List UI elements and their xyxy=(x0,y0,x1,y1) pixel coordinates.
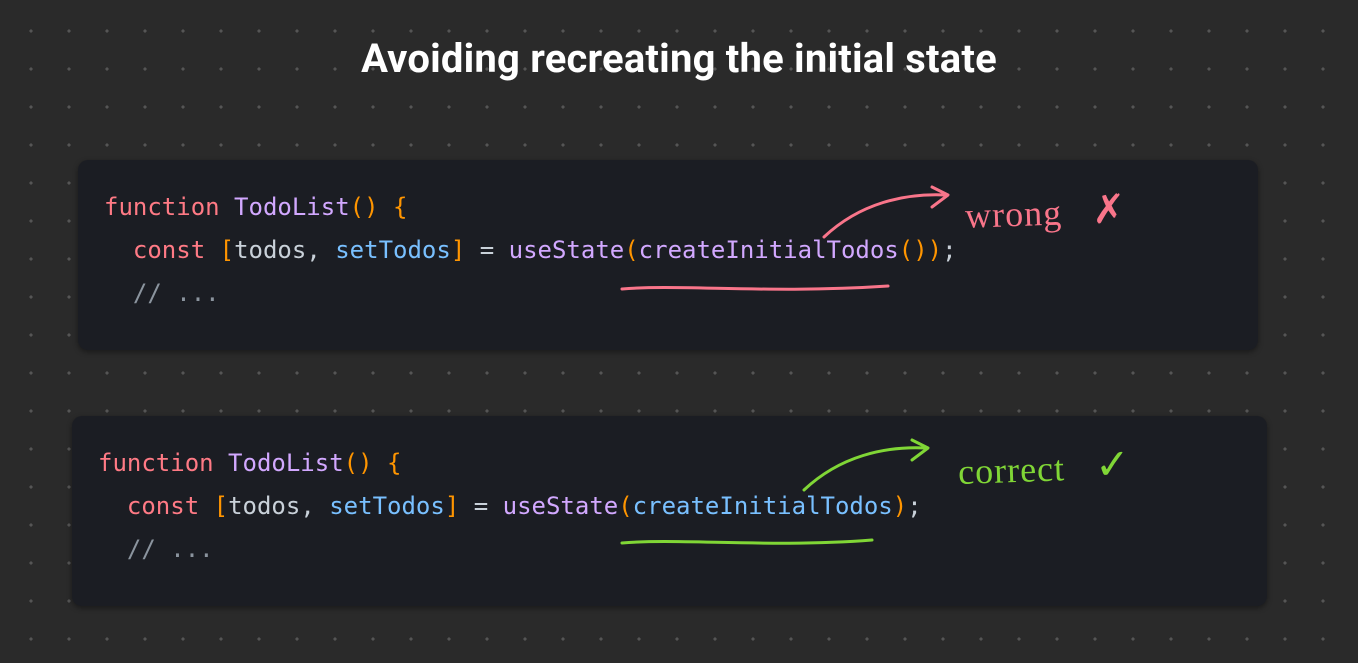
token-const: const xyxy=(133,236,205,264)
token-parens: () xyxy=(344,449,373,477)
token-todos: todos xyxy=(228,492,300,520)
token-function: function xyxy=(98,449,214,477)
token-nl xyxy=(98,535,127,563)
token-comma: , xyxy=(300,492,329,520)
token-nl xyxy=(104,236,133,264)
token-lbracket: [ xyxy=(214,492,228,520)
token-function: function xyxy=(104,193,220,221)
token-usestate: useState xyxy=(509,236,625,264)
token-rparen: ) xyxy=(893,492,907,520)
token-semi: ; xyxy=(907,492,921,520)
token-nl xyxy=(98,492,127,520)
token-todos: todos xyxy=(234,236,306,264)
token-rparen: ) xyxy=(928,236,942,264)
token-space xyxy=(379,193,393,221)
token-lbracket: [ xyxy=(220,236,234,264)
token-fn-name: TodoList xyxy=(228,449,344,477)
slide-canvas: Avoiding recreating the initial state fu… xyxy=(0,0,1358,663)
token-space xyxy=(214,449,228,477)
token-brace: { xyxy=(393,193,407,221)
token-equals: = xyxy=(465,236,508,264)
token-comma: , xyxy=(306,236,335,264)
token-space xyxy=(205,236,219,264)
token-fn-name: TodoList xyxy=(234,193,350,221)
token-space xyxy=(199,492,213,520)
token-settodos: setTodos xyxy=(335,236,451,264)
token-space xyxy=(220,193,234,221)
token-usestate: useState xyxy=(503,492,619,520)
token-lparen: ( xyxy=(624,236,638,264)
token-const: const xyxy=(127,492,199,520)
token-lparen: ( xyxy=(618,492,632,520)
code-block-wrong: function TodoList() { const [todos, setT… xyxy=(78,160,1258,350)
token-rbracket: ] xyxy=(451,236,465,264)
token-createinitial-ref: createInitialTodos xyxy=(633,492,893,520)
token-call-parens: () xyxy=(899,236,928,264)
token-createinitial: createInitialTodos xyxy=(639,236,899,264)
token-nl xyxy=(104,279,133,307)
token-space xyxy=(373,449,387,477)
slide-title: Avoiding recreating the initial state xyxy=(0,35,1358,82)
token-brace: { xyxy=(387,449,401,477)
token-comment: // ... xyxy=(133,279,220,307)
token-parens: () xyxy=(350,193,379,221)
token-rbracket: ] xyxy=(445,492,459,520)
token-equals: = xyxy=(459,492,502,520)
token-settodos: setTodos xyxy=(329,492,445,520)
token-semi: ; xyxy=(942,236,956,264)
token-comment: // ... xyxy=(127,535,214,563)
code-block-correct: function TodoList() { const [todos, setT… xyxy=(72,416,1267,606)
